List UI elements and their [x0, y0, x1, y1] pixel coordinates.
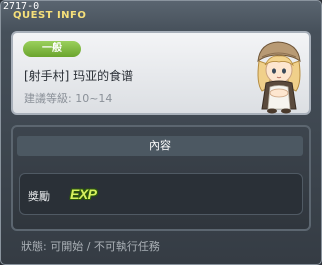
npc-portrait-icon	[257, 41, 301, 114]
reward-label: 獎勵	[28, 190, 50, 203]
exp-icon: EXP	[70, 186, 97, 202]
content-header: 內容	[17, 136, 303, 156]
quest-status: 狀態: 可開始 / 不可執行任務	[21, 240, 160, 253]
reward-row: 獎勵 EXP	[19, 173, 303, 215]
quest-content-panel: 內容 獎勵 EXP	[11, 125, 311, 231]
quest-level-requirement: 建議等級: 10~14	[24, 92, 113, 105]
quest-name: [射手村] 玛亚的食谱	[24, 69, 134, 83]
quest-category-badge: 一般	[23, 41, 81, 57]
quest-info-window: 2717-0 QUEST INFO 一般 [射手村] 玛亚的食谱 建議等級: 1…	[0, 0, 322, 265]
quest-summary-card: 一般 [射手村] 玛亚的食谱 建議等級: 10~14	[11, 31, 311, 115]
window-title: QUEST INFO	[13, 10, 87, 21]
